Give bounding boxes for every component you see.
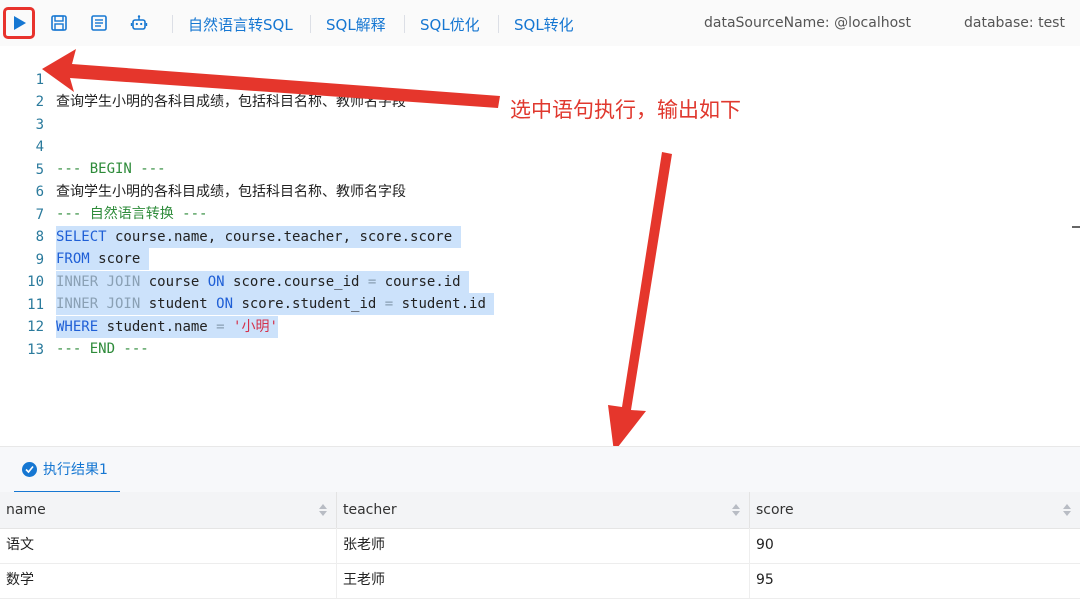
column-header-label: name (6, 502, 46, 518)
editor-line: 10 INNER JOIN student ON score.student_i… (0, 249, 1080, 315)
run-button[interactable] (3, 7, 35, 39)
cell-score: 95 (756, 572, 774, 588)
sql-convert-link[interactable]: SQL转化 (514, 14, 574, 35)
tab-result-1[interactable]: 执行结果1 (14, 447, 120, 494)
editor-line: 8 FROM score (0, 204, 1080, 270)
toolbar-divider (404, 15, 405, 33)
annotation-text: 选中语句执行，输出如下 (510, 98, 741, 122)
cell-name: 数学 (0, 563, 337, 598)
table-row[interactable]: 数学 王老师 95 (0, 563, 1080, 599)
database-label: database: test (964, 15, 1065, 31)
editor-line: 1 查询学生小明的各科目成绩，包括科目名称、教师名字段 (0, 47, 1080, 110)
save-icon (51, 15, 67, 31)
column-header-teacher[interactable]: teacher (337, 492, 750, 528)
editor-line: 9 INNER JOIN course ON score.course_id =… (0, 227, 1080, 293)
toolbar-divider (310, 15, 311, 33)
editor-line: 11 WHERE student.name = '小明' (0, 272, 1080, 338)
result-table: name teacher score 语文 张老师 90 数学 王老师 95 (0, 492, 1080, 599)
editor-line: 5 查询学生小明的各科目成绩，包括科目名称、教师名字段 (0, 137, 1080, 200)
editor-line: 12 --- END --- (0, 294, 1080, 357)
ai-assistant-button[interactable] (122, 6, 156, 40)
toolbar-divider (172, 15, 173, 33)
cell-score: 90 (756, 537, 774, 553)
cell-teacher: 张老师 (337, 528, 750, 563)
sort-icon[interactable] (318, 503, 328, 517)
sql-explain-link[interactable]: SQL解释 (326, 14, 386, 35)
toolbar: 自然语言转SQL SQL解释 SQL优化 SQL转化 dataSourceNam… (0, 0, 1080, 47)
table-header: name teacher score (0, 492, 1080, 529)
column-header-name[interactable]: name (0, 492, 337, 528)
format-button[interactable] (82, 6, 116, 40)
cell-teacher: 王老师 (337, 563, 750, 598)
sql-optimize-link[interactable]: SQL优化 (420, 14, 480, 35)
sort-icon[interactable] (1062, 503, 1072, 517)
robot-icon (130, 15, 148, 30)
table-row[interactable]: 语文 张老师 90 (0, 528, 1080, 564)
column-header-label: score (756, 502, 794, 518)
column-header-label: teacher (343, 502, 397, 518)
play-icon (14, 16, 26, 30)
scrollbar-marker[interactable] (1072, 226, 1080, 228)
comment-text: --- END --- (56, 341, 149, 357)
editor-line: 6 --- 自然语言转换 --- (0, 159, 1080, 222)
datasource-label: dataSourceName: @localhost (704, 15, 911, 31)
editor-line: 7 SELECT course.name, course.teacher, sc… (0, 182, 1080, 248)
editor-line: 2 (0, 69, 1080, 110)
column-header-score[interactable]: score (750, 492, 1080, 528)
cell-name: 语文 (0, 528, 337, 563)
result-tabs: 执行结果1 (0, 446, 1080, 494)
document-icon (91, 15, 107, 31)
editor-line: 13 (0, 317, 1080, 358)
sort-icon[interactable] (731, 503, 741, 517)
toolbar-divider (498, 15, 499, 33)
tab-label: 执行结果1 (43, 462, 108, 478)
check-circle-icon (22, 461, 37, 477)
nl-to-sql-link[interactable]: 自然语言转SQL (188, 14, 293, 35)
save-button[interactable] (42, 6, 76, 40)
line-number: 13 (27, 342, 44, 358)
